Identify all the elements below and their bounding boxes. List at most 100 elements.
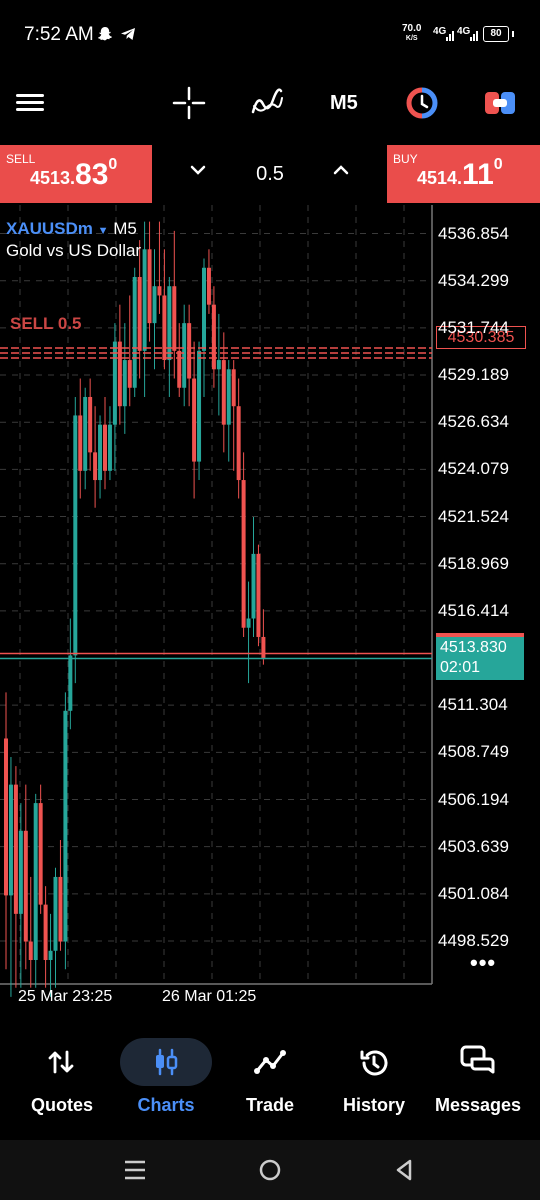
candle-body xyxy=(221,360,226,425)
menu-icon[interactable] xyxy=(10,88,50,118)
candle-body xyxy=(13,784,18,914)
candle-body xyxy=(172,286,177,351)
recent-apps-icon[interactable] xyxy=(124,1160,146,1185)
candle-body xyxy=(256,553,261,637)
candle-body xyxy=(152,286,157,324)
price-axis-label: 4516.414 xyxy=(438,600,509,620)
nav-messages[interactable]: Messages xyxy=(424,1035,532,1125)
price-axis-label: 4524.079 xyxy=(438,459,509,479)
nav-trade[interactable]: Trade xyxy=(216,1035,324,1125)
candle-body xyxy=(246,618,251,628)
network-speed: 70.0 K/S xyxy=(402,23,422,43)
nav-history-label: History xyxy=(342,1095,405,1115)
buy-button[interactable]: BUY 4514.110 xyxy=(387,145,540,203)
one-click-trading-icon[interactable] xyxy=(406,87,438,124)
lot-increase-button[interactable] xyxy=(331,160,351,185)
candle-body xyxy=(226,369,231,425)
candle-body xyxy=(112,341,117,425)
price-axis-label: 4536.854 xyxy=(438,223,509,243)
current-price: 4513.830 xyxy=(440,639,507,656)
battery-icon: 80 xyxy=(483,26,509,42)
signal-4g-2: 4G xyxy=(457,26,471,37)
candle-body xyxy=(88,396,93,453)
snapchat-icon xyxy=(97,26,113,45)
candle-body xyxy=(48,950,53,961)
candle-body xyxy=(107,424,112,471)
candle-body xyxy=(182,323,187,388)
lot-decrease-button[interactable] xyxy=(188,160,208,185)
candle-body xyxy=(157,286,162,296)
status-time: 7:52 AM xyxy=(24,24,94,45)
candle-body xyxy=(177,350,182,388)
candle-body xyxy=(127,360,132,388)
signal-bars-icon xyxy=(446,28,456,46)
candle-body xyxy=(231,369,236,407)
price-axis-label: 4503.639 xyxy=(438,836,509,856)
nav-charts[interactable]: Charts xyxy=(112,1035,220,1125)
candle-body xyxy=(192,378,197,462)
nav-quotes[interactable]: Quotes xyxy=(8,1035,116,1125)
candle-body xyxy=(63,710,68,942)
candle-body xyxy=(98,424,103,481)
nav-quotes-label: Quotes xyxy=(30,1095,93,1115)
candle-body xyxy=(147,249,152,324)
candle-body xyxy=(187,323,192,379)
buy-price: 4514.110 xyxy=(417,156,503,191)
signal-4g-1: 4G xyxy=(433,26,447,37)
price-axis-label: 4531.744 xyxy=(438,317,509,337)
candle-body xyxy=(122,360,127,407)
timeframe-button[interactable]: M5 xyxy=(330,92,358,115)
candle-body xyxy=(251,553,256,619)
chart-toolbar: M5 xyxy=(0,70,540,142)
candle-body xyxy=(33,803,38,961)
price-axis-label: 4526.634 xyxy=(438,412,509,432)
candle-body xyxy=(206,267,211,305)
trade-icon xyxy=(254,1047,286,1082)
candle-body xyxy=(142,249,147,351)
candle-body xyxy=(197,350,202,462)
more-options-icon[interactable]: ••• xyxy=(470,950,496,976)
price-axis-label: 4534.299 xyxy=(438,270,509,290)
candle-body xyxy=(93,452,98,481)
status-bar: 7:52 AM 70.0 K/S 4G 4G 80 xyxy=(0,0,540,70)
candle-body xyxy=(162,295,167,361)
candle-body xyxy=(211,304,216,370)
back-icon[interactable] xyxy=(394,1159,414,1186)
home-icon[interactable] xyxy=(259,1159,281,1186)
candle-body xyxy=(117,341,122,407)
candle-body xyxy=(43,904,48,961)
trade-panel-icon[interactable] xyxy=(484,90,516,121)
current-price-tag: 4513.830 02:01 xyxy=(436,633,524,680)
order-line-label[interactable]: SELL 0.5 xyxy=(10,314,82,334)
lot-size-input[interactable]: 0.5 xyxy=(240,163,300,186)
symbol-description: Gold vs US Dollar xyxy=(6,241,142,260)
candle-body xyxy=(23,830,28,942)
candle-body xyxy=(216,360,221,370)
sell-button[interactable]: SELL 4513.830 xyxy=(0,145,152,203)
time-label-1: 25 Mar 23:25 xyxy=(18,988,113,1005)
crosshair-icon[interactable] xyxy=(172,86,206,125)
price-axis-label: 4498.529 xyxy=(438,931,509,950)
nav-charts-label: Charts xyxy=(137,1095,195,1115)
chart-symbol-title: XAUUSDm ▼ M5 xyxy=(6,219,137,239)
chart-timeframe: M5 xyxy=(113,219,137,238)
nav-trade-label: Trade xyxy=(245,1095,295,1115)
telegram-icon xyxy=(120,26,136,45)
price-axis-label: 4506.194 xyxy=(438,789,509,809)
candle-body xyxy=(236,406,241,481)
price-axis-label: 4521.524 xyxy=(438,506,509,526)
candle-body xyxy=(202,267,206,351)
candle-body xyxy=(132,276,137,388)
candle-body xyxy=(38,803,43,905)
system-navigation-bar xyxy=(0,1140,540,1200)
candle-body xyxy=(4,738,8,896)
price-axis-label: 4529.189 xyxy=(438,365,509,385)
symbol-name[interactable]: XAUUSDm xyxy=(6,219,93,238)
nav-history[interactable]: History xyxy=(320,1035,428,1125)
price-axis-label: 4508.749 xyxy=(438,742,509,762)
nav-messages-label: Messages xyxy=(434,1095,522,1115)
candle-body xyxy=(137,276,142,351)
indicators-icon[interactable] xyxy=(250,86,284,125)
charts-icon xyxy=(151,1047,181,1082)
symbol-dropdown-icon[interactable]: ▼ xyxy=(98,225,109,237)
